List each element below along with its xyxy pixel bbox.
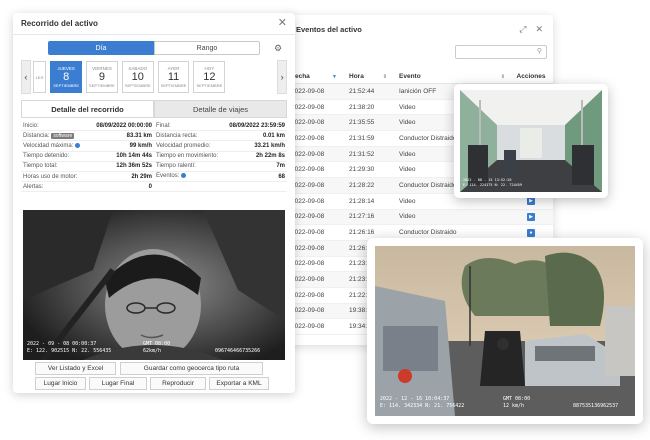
video-icon[interactable]: ▶ <box>527 197 535 206</box>
search-icon: ⚲ <box>536 48 542 55</box>
software-badge: software <box>51 132 75 139</box>
cell-time: 21:28:22 <box>349 181 375 189</box>
route-actions-primary: Ver Listado y Excel Guardar como geocerc… <box>35 362 263 375</box>
mode-day-button[interactable]: Día <box>48 41 154 55</box>
detail-tabs: Detalle del recorrido Detalle de viajes <box>21 100 287 118</box>
mode-range-button[interactable]: Rango <box>154 41 260 55</box>
info-icon[interactable] <box>181 173 187 179</box>
start-place-button[interactable]: Lugar Inicio <box>35 377 86 390</box>
column-header-actions: Acciones <box>516 73 546 80</box>
day-card[interactable]: SABADO 10 SEPTIEMBRE <box>121 61 154 93</box>
road-stamp-datetime: 2022 - 12 - 16 10:04:37 <box>380 396 450 402</box>
sort-down-icon[interactable]: ▼ <box>332 74 337 80</box>
route-panel: Recorrido del activo ✕ Día Rango ⚙ ‹ LES… <box>13 13 295 393</box>
save-geofence-button[interactable]: Guardar como geocerca tipo ruta <box>120 362 263 375</box>
camera-device-id: 096746466735266 <box>215 348 261 354</box>
day-card[interactable]: VIERNES 9 SEPTIEMBRE <box>86 61 118 93</box>
camera-stamp-datetime: 2022 - 09 - 08 00:00:37 <box>27 341 97 347</box>
events-search-input[interactable]: ⚲ <box>455 45 547 59</box>
column-header-time[interactable]: Hora ⇕ <box>341 70 391 83</box>
cell-actions: ▶ <box>509 197 553 206</box>
road-camera-photo: 2022 - 12 - 16 10:04:37 E: 114. 342334 N… <box>375 246 635 416</box>
camera-speed: 62km/h <box>143 348 162 354</box>
cell-event: Conductor Distraido <box>399 229 457 237</box>
cell-actions: ● <box>509 228 553 237</box>
cell-time: 21:38:20 <box>349 103 375 111</box>
tab-trip-detail[interactable]: Detalle de viajes <box>154 100 287 118</box>
cell-time: 21:35:55 <box>349 119 375 127</box>
cell-actions: ▶ <box>509 212 553 221</box>
stat-row: Distancia recta: 0.01 km <box>154 131 287 142</box>
info-icon[interactable] <box>75 142 81 148</box>
stat-row: Tiempo ralentí: 7m <box>154 162 287 172</box>
cell-event: Video <box>399 213 416 221</box>
route-panel-header: Recorrido del activo ✕ <box>13 13 295 35</box>
stat-row-empty <box>154 182 287 193</box>
bus-stamp-coords: E: 114. 224375 N: 22. 724459 <box>463 183 523 187</box>
play-button[interactable]: Reproducir <box>150 377 206 390</box>
sort-icon[interactable]: ⇕ <box>501 74 505 80</box>
road-gmt: GMT 08:00 <box>503 396 531 402</box>
day-picker: ‹ LES JUEVES 8 SEPTIEMBRE VIERNES 9 SEPT… <box>21 60 287 94</box>
camera-stamp-coords: E: 122. 902515 N: 22. 556435 <box>27 348 112 354</box>
gear-icon[interactable]: ⚙ <box>274 43 282 54</box>
mode-selector: Día Rango ⚙ <box>13 35 295 55</box>
bus-interior-card[interactable]: 2022 - 08 - 15 13:52:26 E: 114. 224375 N… <box>454 84 608 198</box>
cell-time: 21:52:44 <box>349 87 375 95</box>
bus-interior-photo: 2022 - 08 - 15 13:52:26 E: 114. 224375 N… <box>460 90 602 192</box>
route-panel-title: Recorrido del activo <box>21 19 98 28</box>
events-table-header: Fecha ▼ Hora ⇕ Evento ⇕ Acciones <box>283 70 553 84</box>
route-stats: Inicio: 08/09/2022 00:00:00 Final: 08/09/2… <box>21 121 287 193</box>
road-speed: 12 km/h <box>503 403 525 409</box>
view-list-excel-button[interactable]: Ver Listado y Excel <box>35 362 116 375</box>
table-row[interactable]: 2022-09-08 21:27:16 Video ▶ <box>283 209 553 226</box>
chevron-right-icon[interactable]: › <box>277 60 287 94</box>
cell-time: 21:26:16 <box>349 229 375 237</box>
route-actions-secondary: Lugar Inicio Lugar Final Reproducir Expo… <box>35 377 269 390</box>
day-card[interactable]: AYER 11 SEPTIEMBRE <box>157 61 190 93</box>
cell-time: 21:27:16 <box>349 213 375 221</box>
stat-row: Tiempo en movimiento: 2h 22m 8s <box>154 152 287 162</box>
expand-icon[interactable]: ⤢ <box>519 24 526 35</box>
day-card-prev[interactable]: LES <box>32 61 47 93</box>
stat-row: Horas uso de motor: 2h 29m <box>21 172 154 183</box>
camera-gmt: GMT 08:00 <box>143 341 171 347</box>
road-device-id: 887535136962537 <box>573 403 619 409</box>
cell-time: 21:31:52 <box>349 150 375 158</box>
stat-row: Eventos: 68 <box>154 172 287 183</box>
stat-row: Distancia: software 83.31 km <box>21 131 154 142</box>
column-header-event[interactable]: Evento ⇕ <box>391 70 509 83</box>
app-stage: Eventos del activo ⤢ ✕ ⚲ Fecha ▼ Hora ⇕ Ev… <box>0 0 650 440</box>
stat-row: Inicio: 08/09/2022 00:00:00 <box>21 121 154 132</box>
stat-row: Alertas: 0 <box>21 182 154 193</box>
stat-row: Tiempo detenido: 10h 14m 44s <box>21 152 154 162</box>
cell-time: 21:28:14 <box>349 197 375 205</box>
video-icon[interactable]: ▶ <box>527 212 535 221</box>
close-icon[interactable]: ✕ <box>535 24 543 35</box>
road-camera-card[interactable]: 2022 - 12 - 16 10:04:37 E: 114. 342334 N… <box>367 238 643 424</box>
chevron-left-icon[interactable]: ‹ <box>21 60 31 94</box>
day-card[interactable]: HOY 12 SEPTIEMBRE <box>193 61 226 93</box>
stat-row: Tiempo total: 12h 36m 52s <box>21 162 154 172</box>
stat-row: Velocidad máxima: 99 km/h <box>21 141 154 152</box>
stat-row: Velocidad promedio: 33.21 km/h <box>154 141 287 152</box>
events-panel-header: Eventos del activo ⤢ ✕ <box>283 15 553 43</box>
export-kml-button[interactable]: Exportar a KML <box>209 377 269 390</box>
day-card-selected[interactable]: JUEVES 8 SEPTIEMBRE <box>50 61 83 93</box>
camera-icon[interactable]: ● <box>527 228 535 237</box>
driver-camera-image[interactable]: 2022 - 09 - 08 00:00:37 E: 122. 902515 N… <box>23 210 285 360</box>
events-panel-title: Eventos del activo <box>296 24 362 34</box>
cell-time: 21:29:30 <box>349 166 375 174</box>
sort-icon[interactable]: ⇕ <box>383 74 387 80</box>
stat-row: Final: 08/09/2022 23:59:59 <box>154 121 287 132</box>
bus-stamp-datetime: 2022 - 08 - 15 13:52:26 <box>463 178 512 182</box>
road-stamp-coords: E: 114. 342334 N: 21. 756422 <box>380 403 465 409</box>
tab-route-detail[interactable]: Detalle del recorrido <box>21 100 154 118</box>
end-place-button[interactable]: Lugar Final <box>89 377 147 390</box>
close-icon[interactable]: ✕ <box>278 18 287 29</box>
driver-photo <box>23 210 285 360</box>
cell-time: 21:31:59 <box>349 134 375 142</box>
cell-event: Video <box>399 197 416 205</box>
